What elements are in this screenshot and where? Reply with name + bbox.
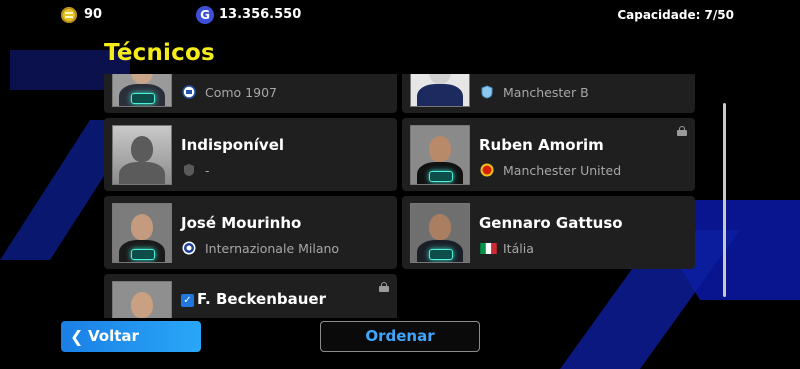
coin-icon bbox=[61, 7, 77, 23]
manager-photo bbox=[410, 74, 470, 107]
como-1907-crest-icon bbox=[182, 85, 196, 99]
page-title: Técnicos bbox=[104, 40, 215, 66]
manager-club: Como 1907 bbox=[205, 85, 277, 100]
manager-club: Manchester United bbox=[503, 163, 622, 178]
manager-photo bbox=[410, 203, 470, 263]
chevron-left-icon: ❮ bbox=[70, 327, 84, 346]
rank-badge-icon bbox=[429, 249, 453, 260]
manager-card[interactable]: José Mourinho Internazionale Milano bbox=[104, 196, 397, 269]
rank-badge-icon bbox=[429, 171, 453, 182]
capacity-label: Capacidade: 7/50 bbox=[617, 8, 734, 22]
manager-name: ✓ F. Beckenbauer bbox=[181, 290, 326, 308]
manager-club: Internazionale Milano bbox=[205, 241, 340, 256]
manager-photo bbox=[112, 203, 172, 263]
gp-balance: 13.356.550 bbox=[219, 7, 302, 22]
coin-balance: 90 bbox=[84, 7, 103, 22]
rank-badge-icon bbox=[131, 249, 155, 260]
manager-name: Ruben Amorim bbox=[479, 136, 604, 154]
manager-name: José Mourinho bbox=[181, 214, 302, 232]
manager-club: - bbox=[205, 163, 210, 178]
sort-button[interactable]: Ordenar bbox=[320, 321, 480, 352]
checkmark-icon: ✓ bbox=[181, 294, 194, 307]
shield-icon bbox=[184, 164, 194, 176]
inter-crest-icon bbox=[182, 241, 196, 255]
rank-badge-icon bbox=[131, 93, 155, 104]
back-button[interactable]: ❮ Voltar bbox=[61, 321, 201, 352]
back-button-label: Voltar bbox=[88, 327, 139, 345]
manager-card[interactable]: ✓ F. Beckenbauer bbox=[104, 274, 397, 318]
lock-icon bbox=[379, 282, 389, 292]
sort-button-label: Ordenar bbox=[365, 327, 435, 345]
manager-club: Manchester B bbox=[503, 85, 589, 100]
manchester-b-crest-icon bbox=[481, 85, 493, 99]
manager-name: Indisponível bbox=[181, 136, 285, 154]
manager-card[interactable]: Ruben Amorim Manchester United bbox=[402, 118, 695, 191]
manager-list[interactable]: Como 1907 Manchester B Indisponível - Ru… bbox=[104, 74, 698, 318]
manager-card[interactable]: Manchester B bbox=[402, 74, 695, 113]
manager-photo bbox=[112, 125, 172, 185]
manager-photo bbox=[112, 281, 172, 318]
gp-icon: G bbox=[196, 6, 214, 24]
manager-card[interactable]: Indisponível - bbox=[104, 118, 397, 191]
manager-card[interactable]: Gennaro Gattuso Itália bbox=[402, 196, 695, 269]
list-scrollbar[interactable] bbox=[723, 103, 726, 297]
manager-card[interactable]: Como 1907 bbox=[104, 74, 397, 113]
manchester-united-crest-icon bbox=[480, 163, 494, 177]
lock-icon bbox=[677, 126, 687, 136]
italy-flag-icon bbox=[480, 243, 497, 254]
manager-club: Itália bbox=[503, 241, 534, 256]
top-bar: 90 G 13.356.550 Capacidade: 7/50 bbox=[0, 0, 800, 32]
manager-photo bbox=[410, 125, 470, 185]
manager-photo bbox=[112, 74, 172, 107]
manager-name: Gennaro Gattuso bbox=[479, 214, 623, 232]
